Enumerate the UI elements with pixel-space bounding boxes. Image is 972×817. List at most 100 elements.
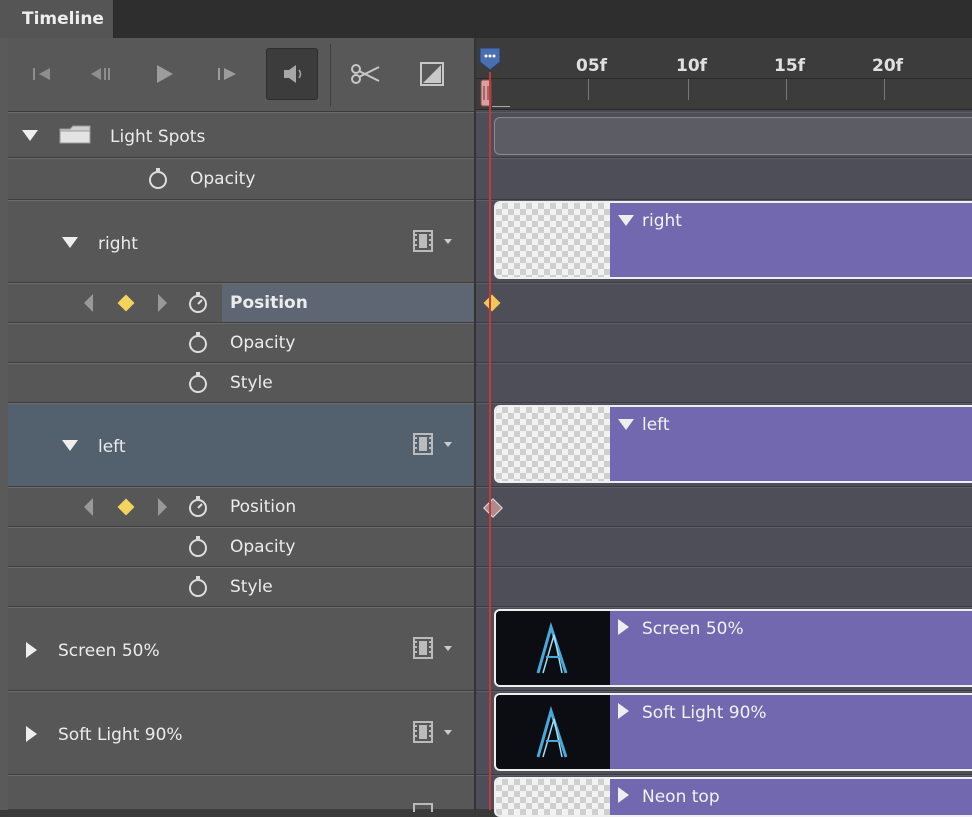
playhead-handle[interactable]: [478, 46, 504, 114]
layer-name[interactable]: right: [98, 234, 138, 254]
layer-menu-dropdown-icon[interactable]: [444, 442, 452, 447]
clip-label: Soft Light 90%: [642, 703, 767, 723]
clip-expand-icon[interactable]: [618, 787, 629, 803]
track-row[interactable]: [476, 363, 972, 403]
add-keyframe-icon[interactable]: [117, 498, 135, 516]
layer-name[interactable]: left: [98, 437, 126, 457]
group-bar[interactable]: [494, 117, 972, 155]
property-label: Position: [230, 497, 297, 517]
keyframe-marker[interactable]: [483, 498, 503, 518]
ruler-tick-mark: [588, 78, 589, 100]
property-row-opacity[interactable]: Opacity: [8, 527, 474, 567]
previous-keyframe-icon[interactable]: [84, 498, 93, 516]
clip-left[interactable]: left: [494, 405, 972, 483]
tab-timeline[interactable]: Timeline: [0, 0, 114, 38]
folder-icon: [59, 125, 91, 144]
ruler-tick-mark: [786, 78, 787, 100]
property-label: Position: [230, 293, 308, 313]
film-strip-icon[interactable]: [412, 229, 434, 253]
playhead-line[interactable]: [489, 72, 491, 810]
layer-menu-dropdown-icon[interactable]: [444, 730, 452, 735]
add-keyframe-icon[interactable]: [117, 294, 135, 312]
property-row-opacity[interactable]: Opacity: [8, 158, 474, 200]
track-row[interactable]: [476, 158, 972, 200]
clip-thumbnail: [496, 203, 610, 277]
property-row-style[interactable]: Style: [8, 567, 474, 607]
clip-expand-icon[interactable]: [618, 703, 629, 719]
stopwatch-icon[interactable]: [188, 332, 208, 354]
time-ruler[interactable]: 05f 10f 15f 20f: [476, 38, 972, 110]
skip-to-start-icon[interactable]: [16, 48, 68, 100]
track-row[interactable]: [476, 487, 972, 527]
layer-name[interactable]: Soft Light 90%: [58, 725, 183, 745]
expand-triangle-icon[interactable]: [26, 726, 37, 742]
clip-right[interactable]: right: [494, 201, 972, 279]
film-strip-icon[interactable]: [412, 720, 434, 744]
neon-a-graphic: [536, 705, 568, 758]
clip-neon-top[interactable]: Neon top: [494, 777, 972, 817]
clip-thumbnail: [496, 407, 610, 481]
layer-row-light-spots[interactable]: Light Spots: [8, 112, 474, 158]
clip-collapse-icon[interactable]: [618, 419, 634, 430]
audio-icon[interactable]: [266, 48, 318, 100]
layer-menu-dropdown-icon[interactable]: [444, 646, 452, 651]
track-row[interactable]: [476, 112, 972, 158]
clip-label: Neon top: [642, 787, 720, 807]
track-row[interactable]: [476, 323, 972, 363]
stopwatch-active-icon[interactable]: [188, 496, 208, 518]
next-keyframe-icon[interactable]: [158, 294, 167, 312]
clip-soft-light-90[interactable]: Soft Light 90%: [494, 693, 972, 771]
track-row[interactable]: [476, 283, 972, 323]
film-strip-icon[interactable]: [412, 636, 434, 660]
property-row-position[interactable]: Position: [8, 283, 474, 323]
keyframe-marker[interactable]: [483, 294, 501, 312]
ruler-tick-label: 15f: [774, 56, 806, 76]
layer-row-left[interactable]: left: [8, 403, 474, 487]
toolbar-separator: [330, 44, 331, 106]
layer-name[interactable]: Light Spots: [110, 127, 205, 147]
property-label: Style: [230, 577, 273, 597]
transition-icon[interactable]: [406, 48, 458, 100]
collapse-triangle-icon[interactable]: [22, 130, 38, 141]
stopwatch-icon[interactable]: [188, 536, 208, 558]
layer-row-soft-light-90[interactable]: Soft Light 90%: [8, 691, 474, 775]
ruler-tick-label: 05f: [576, 56, 608, 76]
property-row-opacity[interactable]: Opacity: [8, 323, 474, 363]
layer-name[interactable]: Screen 50%: [58, 641, 160, 661]
step-forward-icon[interactable]: [202, 48, 254, 100]
ruler-tick-label: 10f: [676, 56, 708, 76]
layer-row-neon-top[interactable]: [8, 775, 474, 812]
scissors-icon[interactable]: [340, 48, 392, 100]
clip-thumbnail: [496, 611, 610, 685]
previous-keyframe-icon[interactable]: [84, 294, 93, 312]
clip-label: right: [642, 211, 682, 231]
clip-screen-50[interactable]: Screen 50%: [494, 609, 972, 687]
work-area-marker[interactable]: [492, 106, 510, 107]
track-row[interactable]: [476, 567, 972, 607]
clip-label: left: [642, 415, 670, 435]
next-keyframe-icon[interactable]: [158, 498, 167, 516]
collapse-triangle-icon[interactable]: [62, 237, 78, 248]
layer-row-screen-50[interactable]: Screen 50%: [8, 607, 474, 691]
property-row-style[interactable]: Style: [8, 363, 474, 403]
play-icon[interactable]: [138, 48, 190, 100]
property-label: Opacity: [190, 169, 256, 189]
film-strip-icon[interactable]: [412, 802, 434, 812]
expand-triangle-icon[interactable]: [26, 642, 37, 658]
clip-expand-icon[interactable]: [618, 619, 629, 635]
neon-a-graphic: [536, 621, 568, 674]
stopwatch-active-icon[interactable]: [188, 292, 208, 314]
step-back-icon[interactable]: [74, 48, 126, 100]
ruler-tick-label: 20f: [872, 56, 904, 76]
track-row[interactable]: [476, 527, 972, 567]
layer-row-right[interactable]: right: [8, 200, 474, 283]
stopwatch-icon[interactable]: [188, 576, 208, 598]
clip-collapse-icon[interactable]: [618, 215, 634, 226]
stopwatch-icon[interactable]: [188, 372, 208, 394]
film-strip-icon[interactable]: [412, 432, 434, 456]
stopwatch-icon[interactable]: [148, 168, 168, 190]
layer-menu-dropdown-icon[interactable]: [444, 239, 452, 244]
collapse-triangle-icon[interactable]: [62, 440, 78, 451]
tab-bar: [0, 0, 972, 39]
property-row-position[interactable]: Position: [8, 487, 474, 527]
